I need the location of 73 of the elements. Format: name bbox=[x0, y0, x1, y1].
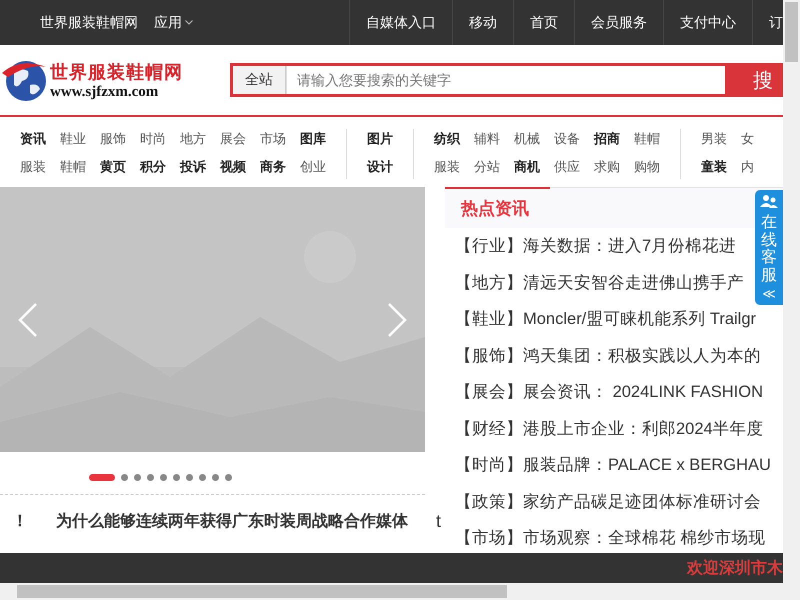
carousel-dot[interactable] bbox=[173, 474, 180, 481]
category-link[interactable]: 服装 bbox=[20, 157, 46, 176]
news-headline[interactable]: 【鞋业】Moncler/盟可睐机能系列 Trailgr bbox=[455, 308, 756, 330]
carousel-dot[interactable] bbox=[212, 474, 219, 481]
section-title: 热点资讯 bbox=[461, 198, 529, 220]
carousel-dot[interactable] bbox=[134, 474, 141, 481]
vertical-scrollbar[interactable] bbox=[783, 0, 800, 583]
news-headline[interactable]: 【时尚】服装品牌：PALACE x BERGHAU bbox=[455, 454, 771, 476]
category-link[interactable]: 服饰 bbox=[100, 129, 126, 148]
news-headline[interactable]: 【服饰】鸿天集团：积极实践以人为本的 bbox=[455, 344, 761, 367]
search-button[interactable]: 搜 bbox=[725, 66, 783, 94]
top-nav-link[interactable]: 会员服务 bbox=[574, 0, 663, 45]
category-link[interactable]: 投诉 bbox=[180, 157, 206, 176]
top-nav-link[interactable]: 首页 bbox=[513, 0, 574, 45]
category-link[interactable]: 女 bbox=[741, 129, 754, 148]
horizontal-scrollbar[interactable] bbox=[0, 583, 800, 600]
category-link[interactable]: 纺织 bbox=[434, 129, 460, 148]
carousel-dot[interactable] bbox=[199, 474, 206, 481]
news-headline[interactable]: 【政策】家纺产品碳足迹团体标准研讨会 bbox=[455, 490, 761, 513]
category-link[interactable]: 设计 bbox=[367, 157, 393, 176]
category-link[interactable]: 积分 bbox=[140, 157, 166, 176]
carousel-dot[interactable] bbox=[186, 474, 193, 481]
ticker-headline[interactable]: ！ bbox=[12, 511, 28, 532]
carousel-dot[interactable] bbox=[225, 474, 232, 481]
category-link[interactable]: 时尚 bbox=[140, 129, 166, 148]
category-link[interactable]: 招商 bbox=[594, 129, 620, 148]
category-link[interactable]: 童装 bbox=[701, 157, 727, 176]
category-link[interactable]: 服装 bbox=[434, 157, 460, 176]
category-link[interactable]: 鞋帽 bbox=[634, 129, 660, 148]
carousel-dot[interactable] bbox=[121, 474, 128, 481]
people-icon bbox=[760, 194, 778, 208]
category-link[interactable]: 黄页 bbox=[100, 157, 126, 176]
category-link[interactable]: 男装 bbox=[701, 129, 727, 148]
category-link[interactable]: 求购 bbox=[594, 157, 620, 176]
news-headline[interactable]: 【财经】港股上市企业：利郎2024半年度 bbox=[455, 418, 764, 440]
carousel-dot[interactable] bbox=[147, 474, 154, 481]
news-headline[interactable]: 【展会】展会资讯： 2024LINK FASHION bbox=[455, 381, 763, 404]
search-bar[interactable]: 全站 请输入您要搜索的关键字 搜 bbox=[230, 63, 783, 97]
site-name-link[interactable]: 世界服装鞋帽网 bbox=[40, 14, 138, 32]
top-nav-link[interactable]: 自媒体入口 bbox=[349, 0, 452, 45]
category-link[interactable]: 鞋帽 bbox=[60, 157, 86, 176]
ticker-headline[interactable]: t bbox=[436, 511, 442, 532]
top-nav-link[interactable]: 移动 bbox=[452, 0, 513, 45]
category-link[interactable]: 图片 bbox=[367, 129, 393, 148]
news-headline[interactable]: 【行业】海关数据：进入7月份棉花进 bbox=[455, 235, 736, 258]
logo-url: www.sjfzxm.com bbox=[50, 84, 160, 100]
category-link[interactable]: 鞋业 bbox=[60, 129, 86, 148]
category-link[interactable]: 资讯 bbox=[20, 129, 46, 148]
category-link[interactable]: 内 bbox=[741, 157, 754, 176]
category-link[interactable]: 展会 bbox=[220, 129, 246, 148]
search-scope-select[interactable]: 全站 bbox=[233, 66, 286, 94]
category-link[interactable]: 辅料 bbox=[474, 129, 500, 148]
category-link[interactable]: 商务 bbox=[260, 157, 286, 176]
news-headline[interactable]: 【市场】市场观察：全球棉花 棉纱市场现 bbox=[455, 527, 766, 550]
category-link[interactable]: 设备 bbox=[554, 129, 580, 148]
logo-name: 世界服装鞋帽网 bbox=[50, 60, 183, 84]
category-link[interactable]: 市场 bbox=[260, 129, 286, 148]
category-link[interactable]: 商机 bbox=[514, 157, 540, 176]
category-link[interactable]: 视频 bbox=[220, 157, 246, 176]
category-link[interactable]: 图库 bbox=[300, 129, 326, 148]
carousel-dot[interactable] bbox=[160, 474, 167, 481]
top-nav-link[interactable]: 支付中心 bbox=[663, 0, 752, 45]
category-link[interactable]: 机械 bbox=[514, 129, 540, 148]
category-link[interactable]: 分站 bbox=[474, 157, 500, 176]
category-link[interactable]: 地方 bbox=[180, 129, 206, 148]
news-headline[interactable]: 【地方】清远天安智谷走进佛山携手产 bbox=[455, 272, 744, 294]
category-link[interactable]: 创业 bbox=[300, 157, 326, 176]
chevron-down-icon bbox=[185, 20, 193, 25]
category-link[interactable]: 供应 bbox=[554, 157, 580, 176]
ticker-headline[interactable]: 为什么能够连续两年获得广东时装周战略合作媒体 bbox=[56, 511, 408, 532]
welcome-message: 欢迎深圳市木 bbox=[687, 558, 783, 578]
category-link[interactable]: 购物 bbox=[634, 157, 660, 176]
apps-menu[interactable]: 应用 bbox=[154, 14, 193, 32]
